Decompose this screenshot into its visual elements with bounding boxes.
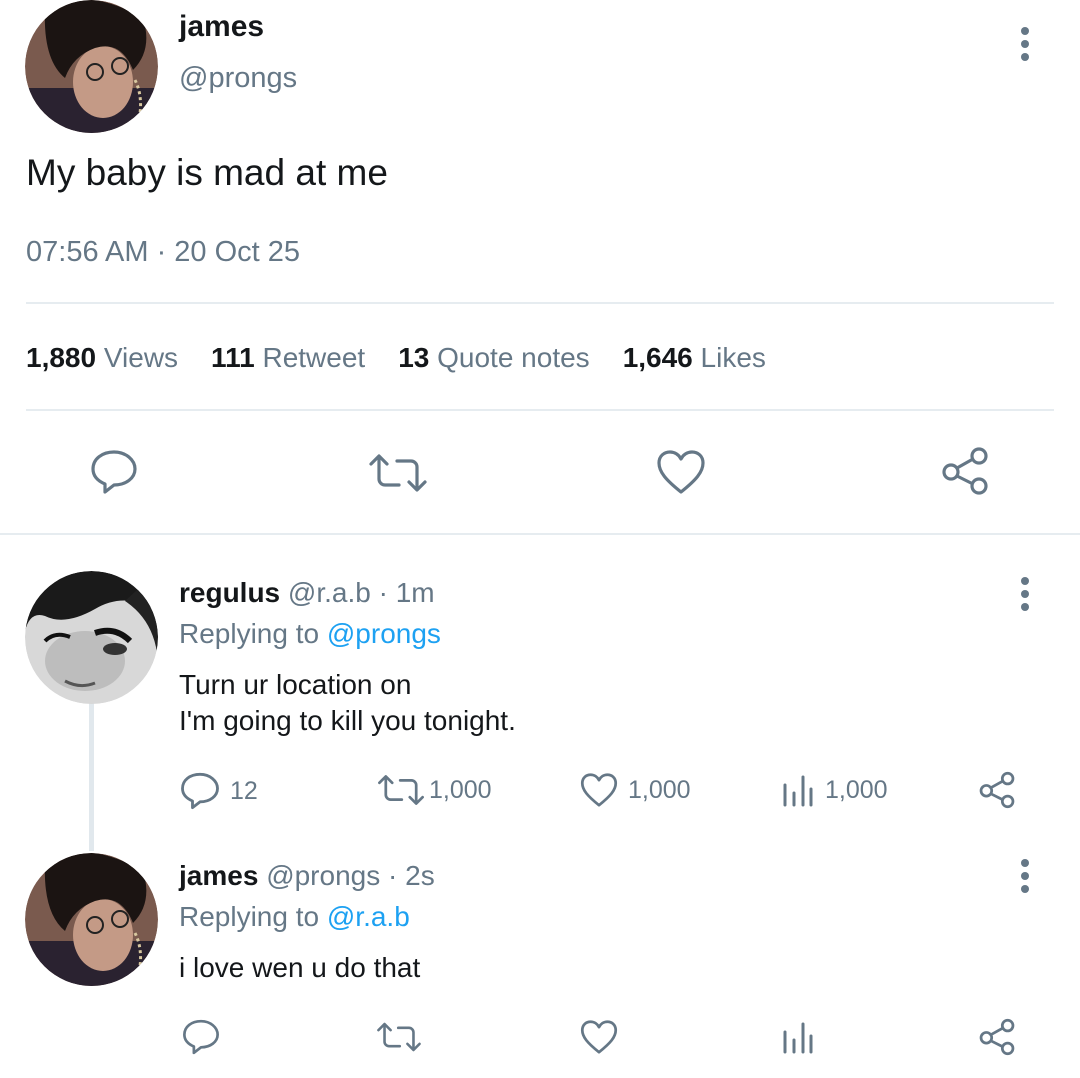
reply-icon xyxy=(91,450,137,494)
retweet-button[interactable] xyxy=(368,452,428,494)
share-button[interactable] xyxy=(978,771,1016,809)
reply-button[interactable] xyxy=(90,448,138,496)
like-icon xyxy=(657,450,705,494)
stat-views[interactable]: 1,880 Views xyxy=(26,342,178,374)
avatar-regulus[interactable] xyxy=(25,571,158,704)
stat-likes[interactable]: 1,646 Likes xyxy=(623,342,766,374)
share-button[interactable] xyxy=(978,1018,1016,1056)
tweet-stats: 1,880 Views 111 Retweet 13 Quote notes 1… xyxy=(26,342,766,374)
retweet-icon xyxy=(369,454,427,492)
more-vertical-icon xyxy=(1021,27,1029,61)
stat-quotes[interactable]: 13 Quote notes xyxy=(398,342,590,374)
author-name[interactable]: james xyxy=(179,10,264,44)
more-options-button[interactable] xyxy=(1014,576,1036,617)
like-icon xyxy=(580,1020,618,1054)
share-icon xyxy=(979,771,1015,809)
author-handle[interactable]: @prongs xyxy=(179,62,297,95)
replying-to: Replying to @prongs xyxy=(179,618,441,649)
replying-to-link[interactable]: @prongs xyxy=(327,618,441,649)
reply-button[interactable]: 12 xyxy=(180,771,258,811)
views-count: 1,000 xyxy=(825,775,888,804)
reply-time: · 2s xyxy=(388,860,435,891)
reply-header: james @prongs · 2s xyxy=(179,860,435,892)
share-icon xyxy=(942,447,988,495)
more-options-button[interactable] xyxy=(1014,858,1036,899)
reply-author-name[interactable]: james xyxy=(179,860,258,891)
more-options-button[interactable] xyxy=(1014,26,1036,67)
views-icon xyxy=(783,775,813,807)
reply-text-line: i love wen u do that xyxy=(179,952,421,983)
reply-time: · 1m xyxy=(378,577,435,608)
reply-author-name[interactable]: regulus xyxy=(179,577,280,608)
section-divider xyxy=(0,533,1080,535)
like-button[interactable]: 1,000 xyxy=(580,772,691,808)
reply-button[interactable] xyxy=(182,1018,220,1056)
stat-retweets[interactable]: 111 Retweet xyxy=(211,342,365,374)
retweet-icon xyxy=(378,775,424,805)
thread-line xyxy=(89,703,94,851)
reply-icon xyxy=(181,772,219,810)
divider xyxy=(26,409,1054,411)
replying-to: Replying to @r.a.b xyxy=(179,901,410,932)
avatar-james[interactable] xyxy=(25,0,158,133)
tweet-text: My baby is mad at me xyxy=(26,152,388,193)
reply-header: regulus @r.a.b · 1m xyxy=(179,577,435,609)
retweet-icon xyxy=(377,1022,421,1052)
views-icon xyxy=(783,1022,813,1054)
reply-author-handle[interactable]: @prongs xyxy=(266,860,380,891)
like-count: 1,000 xyxy=(628,775,691,804)
like-icon xyxy=(580,773,618,807)
more-vertical-icon xyxy=(1021,577,1029,611)
like-button[interactable] xyxy=(656,449,706,495)
tweet-timestamp[interactable]: 07:56 AM · 20 Oct 25 xyxy=(26,236,300,269)
retweet-button[interactable] xyxy=(376,1021,422,1053)
avatar-james[interactable] xyxy=(25,853,158,986)
retweet-count: 1,000 xyxy=(429,775,492,804)
reply-icon xyxy=(183,1019,219,1055)
reply-author-handle[interactable]: @r.a.b xyxy=(288,577,371,608)
share-button[interactable] xyxy=(940,446,990,496)
divider xyxy=(26,302,1054,304)
reply-text-line: Turn ur location on xyxy=(179,669,412,700)
like-button[interactable] xyxy=(580,1019,618,1055)
views-button[interactable] xyxy=(781,1020,815,1054)
retweet-button[interactable]: 1,000 xyxy=(377,773,492,807)
reply-count: 12 xyxy=(230,776,258,805)
views-button[interactable]: 1,000 xyxy=(781,773,888,807)
share-icon xyxy=(979,1018,1015,1056)
reply-text-line: I'm going to kill you tonight. xyxy=(179,705,516,736)
replying-to-link[interactable]: @r.a.b xyxy=(327,901,410,932)
more-vertical-icon xyxy=(1021,859,1029,893)
